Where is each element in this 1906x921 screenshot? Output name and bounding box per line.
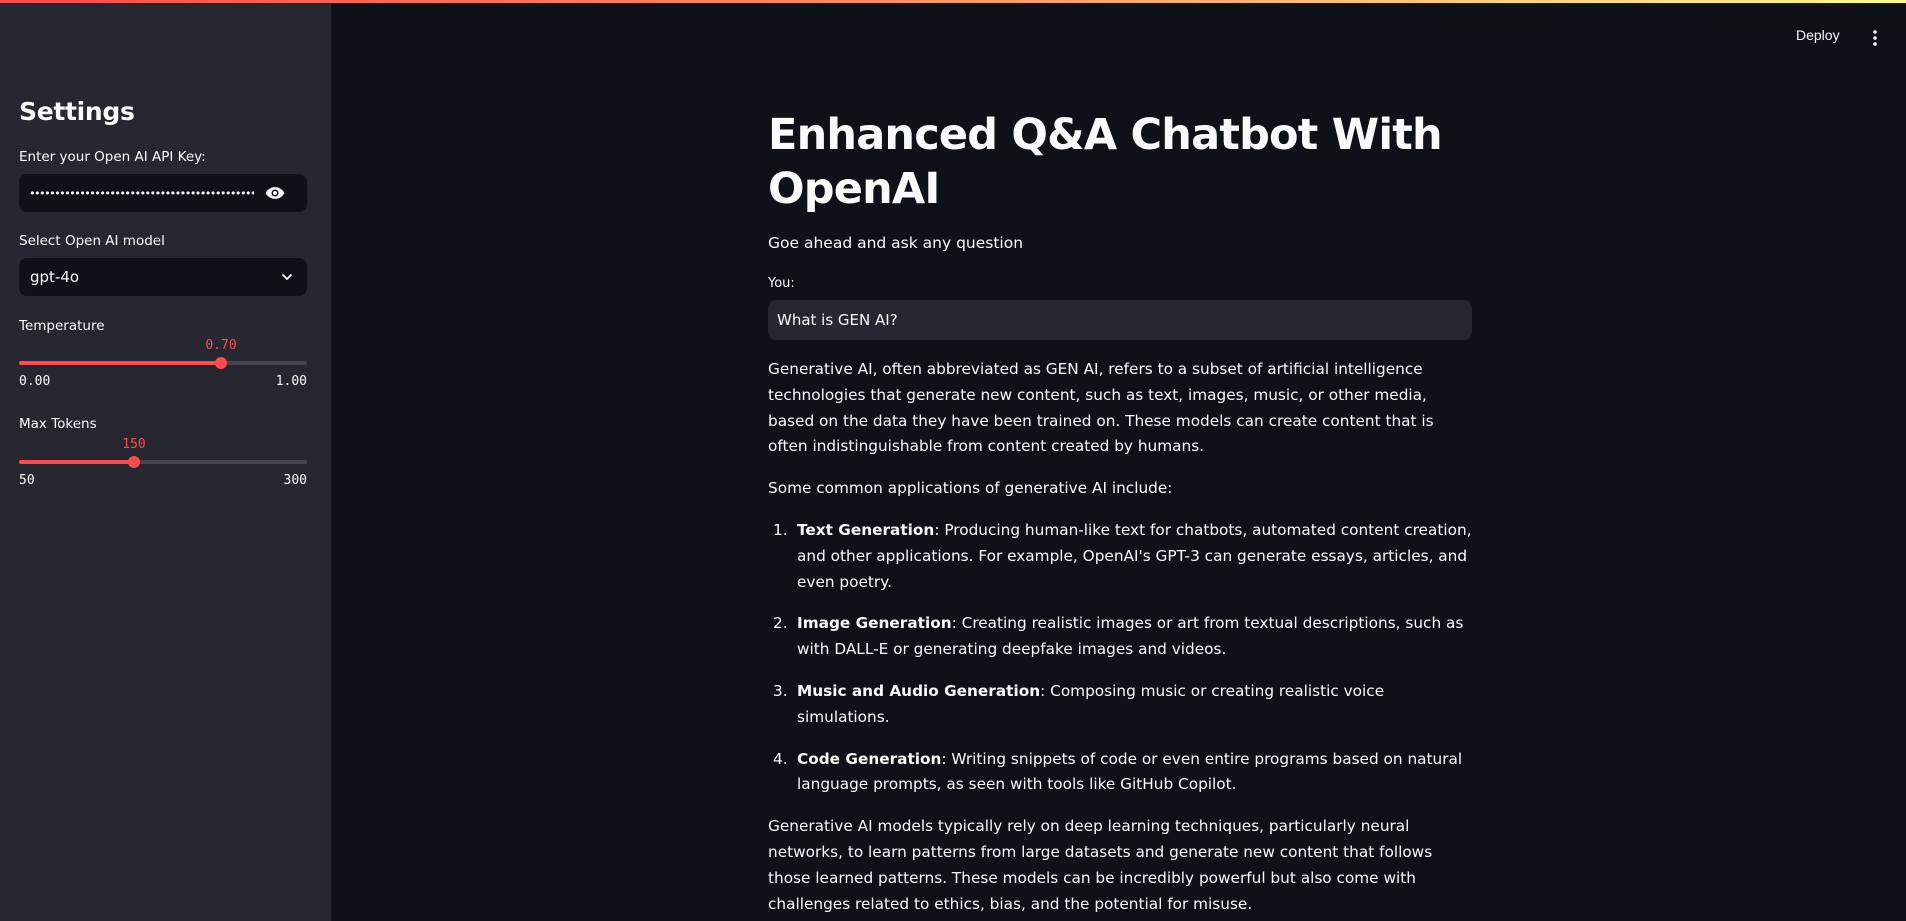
sidebar-title: Settings [19, 97, 135, 126]
api-key-label: Enter your Open AI API Key: [19, 149, 206, 165]
list-item: 1. Text Generation: Producing human-like… [768, 518, 1472, 595]
answer-intro: Generative AI, often abbreviated as GEN … [768, 360, 1434, 456]
list-item-title: Text Generation [797, 520, 935, 539]
answer-list-intro: Some common applications of generative A… [768, 479, 1173, 498]
max-tokens-min: 50 [19, 473, 35, 488]
question-label: You: [768, 276, 795, 291]
list-item-number: 3. [773, 681, 788, 700]
page-subtitle: Goe ahead and ask any question [768, 234, 1024, 252]
api-key-input[interactable]: ••••••••••••••••••••••••••••••••••••••••… [19, 174, 307, 212]
temperature-min: 0.00 [19, 374, 51, 389]
temperature-max: 1.00 [275, 374, 307, 389]
temperature-slider[interactable]: 0.70 0.00 1.00 [19, 332, 307, 392]
temperature-value: 0.70 [205, 338, 237, 353]
list-item: 3. Music and Audio Generation: Composing… [768, 679, 1472, 731]
temperature-fill [19, 361, 221, 365]
eye-icon[interactable] [265, 185, 285, 201]
list-item-number: 1. [773, 520, 788, 539]
list-item-title: Code Generation [797, 749, 942, 768]
answer-text: Generative AI, often abbreviated as GEN … [768, 357, 1472, 921]
sidebar: Settings Enter your Open AI API Key: •••… [0, 0, 331, 921]
answer-outro: Generative AI models typically rely on d… [768, 817, 1433, 913]
list-item-title: Music and Audio Generation [797, 681, 1041, 700]
top-decoration-bar [0, 0, 1906, 3]
max-tokens-label: Max Tokens [19, 416, 97, 432]
max-tokens-value: 150 [122, 437, 146, 452]
max-tokens-thumb[interactable] [128, 456, 140, 468]
kebab-menu-icon[interactable] [1872, 28, 1878, 48]
model-select[interactable]: gpt-4o [19, 258, 307, 296]
list-item-number: 2. [773, 614, 788, 633]
model-label: Select Open AI model [19, 233, 165, 249]
page-title: Enhanced Q&A Chatbot With OpenAI [768, 110, 1443, 214]
question-input[interactable]: What is GEN AI? [768, 300, 1472, 340]
max-tokens-max: 300 [283, 473, 307, 488]
api-key-value: ••••••••••••••••••••••••••••••••••••••••… [29, 186, 254, 200]
list-item: 4. Code Generation: Writing snippets of … [768, 747, 1472, 799]
list-item-number: 4. [773, 749, 788, 768]
max-tokens-slider[interactable]: 150 50 300 [19, 431, 307, 491]
deploy-button[interactable]: Deploy [1796, 27, 1840, 43]
max-tokens-fill [19, 460, 134, 464]
applications-list: 1. Text Generation: Producing human-like… [768, 518, 1472, 798]
list-item: 2. Image Generation: Creating realistic … [768, 611, 1472, 663]
temperature-thumb[interactable] [215, 357, 227, 369]
chevron-down-icon [282, 274, 292, 280]
model-selected-value: gpt-4o [30, 268, 80, 286]
question-value: What is GEN AI? [777, 311, 898, 329]
list-item-title: Image Generation [797, 614, 952, 633]
